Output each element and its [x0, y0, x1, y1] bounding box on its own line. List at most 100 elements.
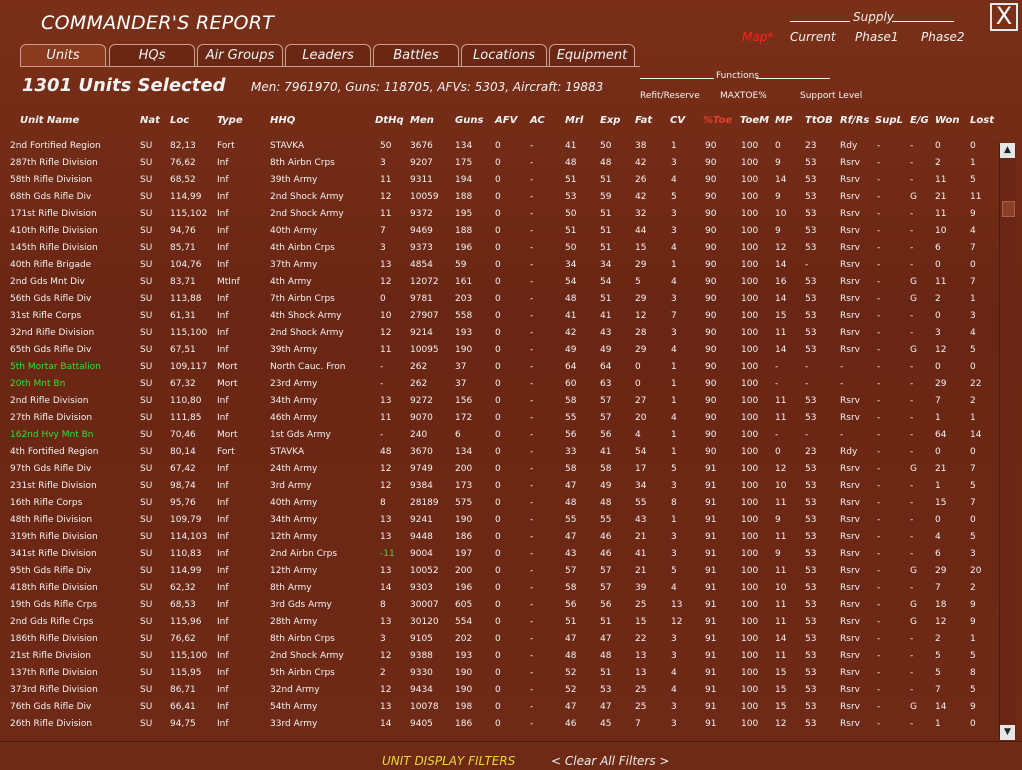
col-exp[interactable]: Exp	[600, 115, 620, 126]
table-row[interactable]: 341st Rifle Division SU 110,83 Inf 2nd Airbn…	[0, 547, 995, 564]
table-row[interactable]: 287th Rifle Division SU 76,62 Inf 8th Airbn …	[0, 156, 995, 173]
table-row[interactable]: 162nd Hvy Mnt Bn SU 70,46 Mort 1st Gds Army -…	[0, 428, 995, 445]
tab-hqs[interactable]: HQs	[109, 44, 195, 66]
close-button[interactable]: X	[990, 3, 1018, 31]
col-guns[interactable]: Guns	[455, 115, 483, 126]
table-row[interactable]: 65th Gds Rifle Div SU 67,51 Inf 39th Army 11 1…	[0, 343, 995, 360]
scroll-up-icon[interactable]: ▲	[1000, 143, 1015, 158]
table-row[interactable]: 95th Gds Rifle Div SU 114,99 Inf 12th Army 13…	[0, 564, 995, 581]
maxtoe-button[interactable]: MAXTOE%	[720, 91, 767, 101]
clear-all-filters-button[interactable]: < Clear All Filters >	[551, 754, 669, 768]
col-lost[interactable]: Lost	[970, 115, 994, 126]
tab-leaders[interactable]: Leaders	[285, 44, 371, 66]
table-row[interactable]: 373rd Rifle Division SU 86,71 Inf 32nd Army 1…	[0, 683, 995, 700]
col-unit-name[interactable]: Unit Name	[20, 115, 79, 126]
col-toe-percent[interactable]: %Toe	[703, 115, 732, 126]
table-row[interactable]: 418th Rifle Division SU 62,32 Inf 8th Army 14…	[0, 581, 995, 598]
table-row[interactable]: 137th Rifle Division SU 115,95 Inf 5th Airbn…	[0, 666, 995, 683]
cell-eg: -	[910, 379, 914, 389]
col-ac[interactable]: AC	[530, 115, 545, 126]
table-row[interactable]: 27th Rifle Division SU 111,85 Inf 46th Army 1…	[0, 411, 995, 428]
col-toem[interactable]: ToeM	[740, 115, 769, 126]
tab-units[interactable]: Units	[20, 44, 106, 66]
cell-exp: 41	[600, 311, 612, 321]
tab-battles[interactable]: Battles	[373, 44, 459, 66]
table-row[interactable]: 231st Rifle Division SU 98,74 Inf 3rd Army 12…	[0, 479, 995, 496]
table-row[interactable]: 20th Mnt Bn SU 67,32 Mort 23rd Army - 262 37 0 - 6…	[0, 377, 995, 394]
col-loc[interactable]: Loc	[170, 115, 189, 126]
cell-fat: 29	[635, 345, 647, 355]
col-men[interactable]: Men	[410, 115, 434, 126]
col-won[interactable]: Won	[935, 115, 959, 126]
cell-afv: 0	[495, 566, 501, 576]
table-row[interactable]: 68th Gds Rifle Div SU 114,99 Inf 2nd Shock A…	[0, 190, 995, 207]
col-mp[interactable]: MP	[775, 115, 792, 126]
col-afv[interactable]: AFV	[495, 115, 517, 126]
table-row[interactable]: 56th Gds Rifle Div SU 113,88 Inf 7th Airbn C…	[0, 292, 995, 309]
cell-afv: 0	[495, 549, 501, 559]
col-rf-rs[interactable]: Rf/Rs	[840, 115, 869, 126]
cell-ac: -	[530, 345, 534, 355]
table-row[interactable]: 16th Rifle Corps SU 95,76 Inf 40th Army 8 2818…	[0, 496, 995, 513]
col-cv[interactable]: CV	[670, 115, 685, 126]
cell-dthq: 11	[380, 345, 392, 355]
table-row[interactable]: 2nd Gds Rifle Crps SU 115,96 Inf 28th Army 13…	[0, 615, 995, 632]
col-nat[interactable]: Nat	[140, 115, 160, 126]
cell-toe: 91	[705, 617, 717, 627]
table-row[interactable]: 2nd Fortified Region SU 82,13 Fort STAVKA 50 3…	[0, 139, 995, 156]
cell-supl: -	[877, 209, 881, 219]
scroll-down-icon[interactable]: ▼	[1000, 725, 1015, 740]
supply-option-phase2[interactable]: Phase2	[921, 30, 964, 44]
cell-hhq: 4th Army	[270, 277, 312, 287]
table-row[interactable]: 410th Rifle Division SU 94,76 Inf 40th Army 7…	[0, 224, 995, 241]
support-level-button[interactable]: Support Level	[800, 91, 862, 101]
table-row[interactable]: 26th Rifle Division SU 94,75 Inf 33rd Army 14…	[0, 717, 995, 734]
unit-display-filters-button[interactable]: UNIT DISPLAY FILTERS	[382, 754, 515, 768]
col-ttob[interactable]: TtOB	[805, 115, 833, 126]
table-row[interactable]: 171st Rifle Division SU 115,102 Inf 2nd Shoc…	[0, 207, 995, 224]
col-fat[interactable]: Fat	[635, 115, 652, 126]
scroll-thumb[interactable]	[1002, 201, 1015, 217]
table-row[interactable]: 32nd Rifle Division SU 115,100 Inf 2nd Shock…	[0, 326, 995, 343]
cell-mrl: 47	[565, 532, 577, 542]
cell-loc: 115,95	[170, 668, 202, 678]
table-row[interactable]: 97th Gds Rifle Div SU 67,42 Inf 24th Army 12 9…	[0, 462, 995, 479]
cell-toe: 90	[705, 396, 717, 406]
tab-locations[interactable]: Locations	[461, 44, 547, 66]
supply-option-current[interactable]: Current	[790, 30, 836, 44]
table-row[interactable]: 4th Fortified Region SU 80,14 Fort STAVKA 48 3…	[0, 445, 995, 462]
col-type[interactable]: Type	[217, 115, 243, 126]
cell-won: 21	[935, 192, 947, 202]
cell-cv: 4	[671, 345, 677, 355]
cell-rf: Rsrv	[840, 515, 860, 525]
window-title: COMMANDER'S REPORT	[41, 12, 275, 34]
col-dthq[interactable]: DtHq	[375, 115, 404, 126]
cell-afv: 0	[495, 226, 501, 236]
table-row[interactable]: 145th Rifle Division SU 85,71 Inf 4th Airbn …	[0, 241, 995, 258]
table-row[interactable]: 19th Gds Rifle Crps SU 68,53 Inf 3rd Gds Arm…	[0, 598, 995, 615]
table-row[interactable]: 58th Rifle Division SU 68,52 Inf 39th Army 11…	[0, 173, 995, 190]
table-row[interactable]: 5th Mortar Battalion SU 109,117 Mort North C…	[0, 360, 995, 377]
table-row[interactable]: 186th Rifle Division SU 76,62 Inf 8th Airbn …	[0, 632, 995, 649]
supply-option-phase1[interactable]: Phase1	[855, 30, 898, 44]
cell-mrl: 41	[565, 311, 577, 321]
table-row[interactable]: 319th Rifle Division SU 114,103 Inf 12th Arm…	[0, 530, 995, 547]
col-eg[interactable]: E/G	[910, 115, 929, 126]
cell-type: Inf	[217, 209, 229, 219]
cell-afv: 0	[495, 600, 501, 610]
table-row[interactable]: 2nd Rifle Division SU 110,80 Inf 34th Army 13…	[0, 394, 995, 411]
table-row[interactable]: 21st Rifle Division SU 115,100 Inf 2nd Shock…	[0, 649, 995, 666]
refit-reserve-button[interactable]: Refit/Reserve	[640, 91, 700, 101]
table-row[interactable]: 48th Rifle Division SU 109,79 Inf 34th Army 1…	[0, 513, 995, 530]
col-supl[interactable]: SupL	[875, 115, 903, 126]
col-mrl[interactable]: Mrl	[565, 115, 583, 126]
table-row[interactable]: 2nd Gds Mnt Div SU 83,71 MtInf 4th Army 12 120…	[0, 275, 995, 292]
col-hhq[interactable]: HHQ	[270, 115, 295, 126]
table-row[interactable]: 40th Rifle Brigade SU 104,76 Inf 37th Army 13…	[0, 258, 995, 275]
cell-type: Mort	[217, 362, 238, 372]
vertical-scrollbar[interactable]: ▲ ▼	[999, 143, 1016, 740]
table-row[interactable]: 76th Gds Rifle Div SU 66,41 Inf 54th Army 13 1…	[0, 700, 995, 717]
table-row[interactable]: 31st Rifle Corps SU 61,31 Inf 4th Shock Army…	[0, 309, 995, 326]
tab-equipment[interactable]: Equipment	[549, 44, 635, 66]
tab-air-groups[interactable]: Air Groups	[197, 44, 283, 66]
